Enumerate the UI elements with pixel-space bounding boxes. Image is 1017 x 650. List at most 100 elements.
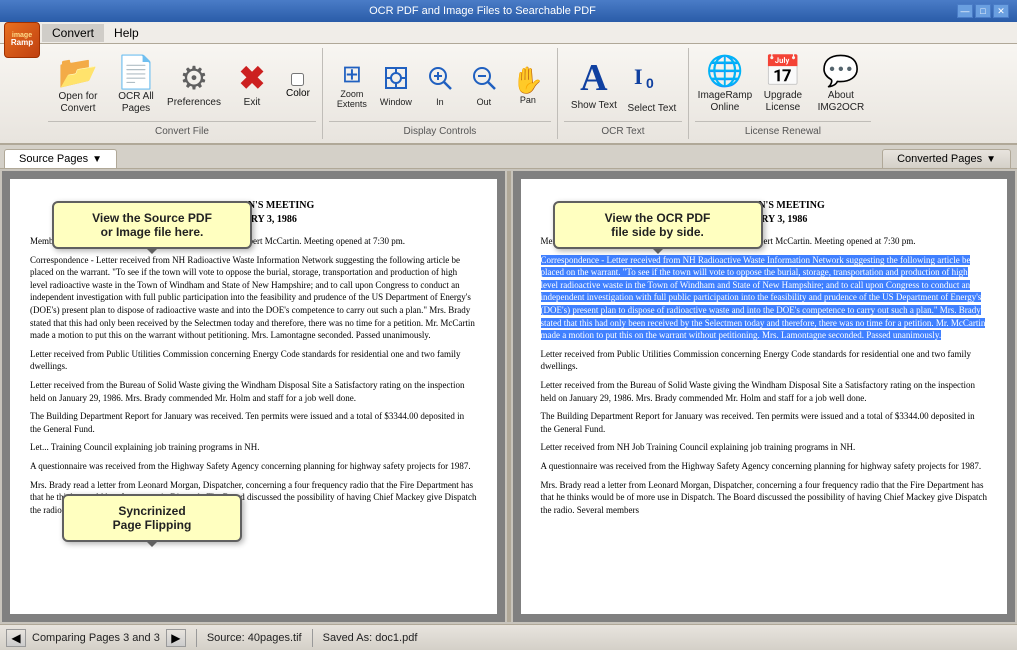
tab-source-pages[interactable]: Source Pages ▼ <box>4 149 117 168</box>
source-panel: SELECTMEN'S MEETINGFEBRUARY 3, 1986 Memb… <box>2 171 505 622</box>
select-text-icon: I 0 <box>632 56 672 100</box>
select-text-button[interactable]: I 0 Select Text <box>624 52 680 119</box>
sync-callout-text: SyncrinizedPage Flipping <box>113 504 192 532</box>
converted-para-6: A questionnaire was received from the Hi… <box>541 460 988 473</box>
close-button[interactable]: ✕ <box>993 4 1009 18</box>
converted-callout-text: View the OCR PDFfile side by side. <box>605 211 711 239</box>
converted-para-2: Letter received from Public Utilities Co… <box>541 348 988 373</box>
calendar-icon: 📅 <box>764 57 801 87</box>
preferences-label: Preferences <box>167 97 221 109</box>
toolbar: 📂 Open for Convert 📄 OCR All Pages ⚙ Pre… <box>0 44 1017 145</box>
comparing-pages-text: Comparing Pages 3 and 3 <box>32 632 160 644</box>
toolbar-group-convert: 📂 Open for Convert 📄 OCR All Pages ⚙ Pre… <box>42 48 323 139</box>
source-para-4: The Building Department Report for Janua… <box>30 410 477 435</box>
ocr-buttons: A Show Text I 0 Select Text <box>564 50 682 121</box>
ocr-all-pages-button[interactable]: 📄 OCR All Pages <box>108 52 164 119</box>
converted-para-5: Letter received from NH Job Training Cou… <box>541 441 988 454</box>
convert-buttons: 📂 Open for Convert 📄 OCR All Pages ⚙ Pre… <box>48 50 316 121</box>
zoom-in-icon <box>427 65 453 95</box>
tab-converted-pages[interactable]: Converted Pages ▼ <box>882 149 1011 168</box>
converted-para-1: Correspondence - Letter received from NH… <box>541 254 988 342</box>
ocr-icon: 📄 <box>116 56 156 88</box>
license-renewal-label: License Renewal <box>695 121 871 137</box>
upgrade-license-label: Upgrade License <box>757 90 809 114</box>
source-para-2: Letter received from Public Utilities Co… <box>30 348 477 373</box>
converted-para-7: Mrs. Brady read a letter from Leonard Mo… <box>541 479 988 517</box>
source-tab-arrow: ▼ <box>92 154 102 165</box>
imageramp-online-button[interactable]: 🌐 ImageRamp Online <box>697 53 753 118</box>
minimize-button[interactable]: — <box>957 4 973 18</box>
about-label: About IMG2OCR <box>815 90 867 114</box>
gear-icon: ⚙ <box>180 62 209 94</box>
select-text-label: Select Text <box>628 103 677 115</box>
window-icon <box>383 65 409 95</box>
sync-callout: SyncrinizedPage Flipping <box>62 494 242 542</box>
toolbar-group-ocr: A Show Text I 0 Select Text OCR Text <box>558 48 689 139</box>
preferences-button[interactable]: ⚙ Preferences <box>166 56 222 116</box>
window-label: Window <box>380 97 412 107</box>
zoom-extents-label: ZoomExtents <box>337 89 367 109</box>
converted-pages-tab-label: Converted Pages <box>897 153 982 165</box>
convert-file-label: Convert File <box>48 121 316 137</box>
maximize-button[interactable]: □ <box>975 4 991 18</box>
tab-area: Source Pages ▼ Converted Pages ▼ <box>0 145 1017 169</box>
show-text-label: Show Text <box>571 100 617 112</box>
window-controls: — □ ✕ <box>957 4 1009 18</box>
open-for-convert-label: Open for Convert <box>52 91 104 115</box>
app-logo: image Ramp <box>4 22 40 58</box>
saved-as-text: Saved As: doc1.pdf <box>323 632 418 644</box>
source-callout-text: View the Source PDFor Image file here. <box>92 211 212 239</box>
source-para-6: A questionnaire was received from the Hi… <box>30 460 477 473</box>
converted-tab-arrow: ▼ <box>986 154 996 165</box>
source-callout: View the Source PDFor Image file here. <box>52 201 252 249</box>
upgrade-license-button[interactable]: 📅 Upgrade License <box>755 53 811 118</box>
about-img2ocr-button[interactable]: 💬 About IMG2OCR <box>813 53 869 118</box>
zoom-in-button[interactable]: In <box>419 56 461 116</box>
open-for-convert-button[interactable]: 📂 Open for Convert <box>50 52 106 119</box>
globe-icon: 🌐 <box>706 57 743 87</box>
title-text: OCR PDF and Image Files to Searchable PD… <box>8 5 957 17</box>
color-label: Color <box>286 88 310 99</box>
menu-convert[interactable]: Convert <box>42 24 104 42</box>
show-text-button[interactable]: A Show Text <box>566 55 622 116</box>
zoom-out-label: Out <box>477 97 492 107</box>
window-button[interactable]: Window <box>375 56 417 116</box>
zoom-extents-button[interactable]: ⊞ ZoomExtents <box>331 56 373 116</box>
converted-para-4: The Building Department Report for Janua… <box>541 410 988 435</box>
zoom-out-icon <box>471 65 497 95</box>
menu-bar: Convert Help <box>0 22 1017 44</box>
source-para-1: Correspondence - Letter received from NH… <box>30 254 477 342</box>
pan-button[interactable]: ✋ Pan <box>507 56 549 116</box>
color-checkbox-area: Color <box>282 69 314 103</box>
display-buttons: ⊞ ZoomExtents Window <box>329 50 551 121</box>
exit-label: Exit <box>244 97 261 109</box>
display-controls-label: Display Controls <box>329 121 551 137</box>
status-divider-1 <box>196 629 197 647</box>
svg-text:I: I <box>634 64 643 89</box>
panel-separator <box>507 171 511 622</box>
main-content: SELECTMEN'S MEETINGFEBRUARY 3, 1986 Memb… <box>0 169 1017 624</box>
zoom-in-label: In <box>436 97 444 107</box>
pan-label: Pan <box>520 95 536 105</box>
source-pages-tab-label: Source Pages <box>19 153 88 165</box>
prev-page-button[interactable]: ◀ <box>6 629 26 647</box>
source-para-3: Letter received from the Bureau of Solid… <box>30 379 477 404</box>
pan-icon: ✋ <box>512 67 544 93</box>
source-file-text: Source: 40pages.tif <box>207 632 302 644</box>
exit-icon: ✖ <box>239 62 266 94</box>
ocr-all-pages-label: OCR All Pages <box>110 91 162 115</box>
color-checkbox[interactable] <box>291 73 304 86</box>
toolbar-group-display: ⊞ ZoomExtents Window <box>323 48 558 139</box>
status-bar: ◀ Comparing Pages 3 and 3 ▶ Source: 40pa… <box>0 624 1017 650</box>
license-buttons: 🌐 ImageRamp Online 📅 Upgrade License 💬 A… <box>695 50 871 121</box>
exit-button[interactable]: ✖ Exit <box>224 56 280 116</box>
imageramp-online-label: ImageRamp Online <box>698 90 752 114</box>
converted-para-3: Letter received from the Bureau of Solid… <box>541 379 988 404</box>
zoom-out-button[interactable]: Out <box>463 56 505 116</box>
show-text-icon: A <box>580 59 607 97</box>
ocr-text-label: OCR Text <box>564 121 682 137</box>
svg-text:0: 0 <box>646 75 654 91</box>
next-page-button[interactable]: ▶ <box>166 629 186 647</box>
status-divider-2 <box>312 629 313 647</box>
menu-help[interactable]: Help <box>104 24 149 42</box>
